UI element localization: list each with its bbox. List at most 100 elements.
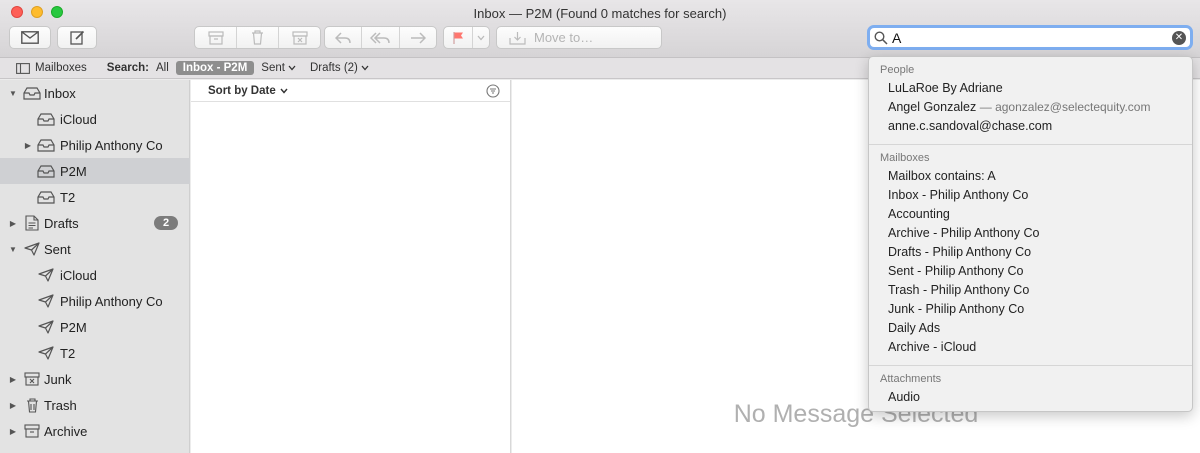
close-icon: ✕ xyxy=(1174,32,1184,43)
window-title: Inbox — P2M (Found 0 matches for search) xyxy=(473,6,727,21)
sidebar-item-label: Drafts xyxy=(44,215,79,231)
person-name: anne.c.sandoval@chase.com xyxy=(888,119,1053,133)
scope-all[interactable]: All xyxy=(156,62,169,74)
suggestion-mailbox[interactable]: Inbox - Philip Anthony Co xyxy=(888,188,1028,202)
sidebar-item-label: Philip Anthony Co xyxy=(60,293,163,309)
scope-inbox-p2m[interactable]: Inbox - P2M xyxy=(175,61,255,75)
chevron-down-icon xyxy=(361,65,369,71)
inbox-icon xyxy=(37,189,55,205)
trash-icon xyxy=(23,397,41,413)
sidebar-item-sent-t2[interactable]: T2 xyxy=(0,340,190,366)
chevron-down-icon xyxy=(280,88,288,94)
sidebar-item-inbox[interactable]: ▼ Inbox xyxy=(0,80,190,106)
mailboxes-section-header: Mailboxes xyxy=(880,152,930,164)
sidebar-item-label: Inbox xyxy=(44,85,76,101)
trash-button[interactable] xyxy=(237,27,279,48)
sidebar-item-label: Junk xyxy=(44,371,72,387)
sidebar-item-sent[interactable]: ▼ Sent xyxy=(0,236,190,262)
sidebar-item-sent-icloud[interactable]: iCloud xyxy=(0,262,190,288)
sidebar-item-sent-philip-anthony-co[interactable]: Philip Anthony Co xyxy=(0,288,190,314)
trash-icon xyxy=(252,30,263,45)
favorite-drafts[interactable]: Drafts (2) xyxy=(310,62,369,74)
sidebar-icon xyxy=(16,62,30,74)
suggestion-mailbox[interactable]: Daily Ads xyxy=(888,321,940,335)
sidebar-item-drafts[interactable]: ▶ Drafts 2 xyxy=(0,210,190,236)
archive-icon xyxy=(207,30,224,45)
archive-icon xyxy=(23,423,41,439)
sidebar-item-label: iCloud xyxy=(60,267,97,283)
tray-download-icon xyxy=(509,31,526,45)
person-name: Angel Gonzalez xyxy=(888,100,977,114)
disclosure-collapsed-icon[interactable]: ▶ xyxy=(8,375,18,384)
search-icon xyxy=(874,30,888,45)
filter-button[interactable] xyxy=(486,84,500,101)
paper-plane-icon xyxy=(37,345,55,361)
suggestion-person[interactable]: Angel Gonzalez — agonzalez@selectequity.… xyxy=(888,100,1150,114)
reply-toolbar-group xyxy=(324,26,437,49)
flag-toolbar-group xyxy=(443,26,490,49)
suggestion-person[interactable]: LuLaRoe By Adriane xyxy=(888,81,1003,95)
compose-icon xyxy=(69,30,84,45)
suggestion-mailbox[interactable]: Accounting xyxy=(888,207,950,221)
suggestion-person[interactable]: anne.c.sandoval@chase.com xyxy=(888,119,1052,133)
sidebar-item-archive[interactable]: ▶ Archive xyxy=(0,418,190,444)
message-list: Sort by Date xyxy=(191,80,511,453)
suggestion-mailbox[interactable]: Archive - Philip Anthony Co xyxy=(888,226,1039,240)
move-to-label: Move to… xyxy=(534,30,594,45)
suggestion-mailbox[interactable]: Mailbox contains: A xyxy=(888,169,996,183)
disclosure-collapsed-icon[interactable]: ▶ xyxy=(23,141,33,150)
reply-button[interactable] xyxy=(325,27,363,48)
sort-by-date-menu[interactable]: Sort by Date xyxy=(208,85,288,97)
sidebar-item-trash[interactable]: ▶ Trash xyxy=(0,392,190,418)
person-email: — agonzalez@selectequity.com xyxy=(979,100,1151,114)
delete-toolbar-group xyxy=(194,26,321,49)
paper-plane-icon xyxy=(37,319,55,335)
suggestion-mailbox[interactable]: Junk - Philip Anthony Co xyxy=(888,302,1024,316)
mailboxes-toggle[interactable]: Mailboxes xyxy=(16,62,87,74)
flag-button[interactable] xyxy=(444,27,473,48)
sidebar-item-inbox-t2[interactable]: T2 xyxy=(0,184,190,210)
disclosure-collapsed-icon[interactable]: ▶ xyxy=(8,427,18,436)
sidebar-item-sent-p2m[interactable]: P2M xyxy=(0,314,190,340)
chevron-down-icon xyxy=(477,35,485,40)
sort-bar: Sort by Date xyxy=(191,80,510,102)
suggestion-mailbox[interactable]: Sent - Philip Anthony Co xyxy=(888,264,1024,278)
paper-plane-icon xyxy=(37,293,55,309)
document-icon xyxy=(23,215,41,231)
person-name: LuLaRoe By Adriane xyxy=(888,81,1003,95)
suggestion-mailbox[interactable]: Trash - Philip Anthony Co xyxy=(888,283,1029,297)
disclosure-collapsed-icon[interactable]: ▶ xyxy=(8,219,18,228)
search-scope-label: Search: xyxy=(106,62,149,74)
reply-all-button[interactable] xyxy=(362,27,400,48)
sidebar-item-label: P2M xyxy=(60,163,87,179)
archive-button[interactable] xyxy=(195,27,237,48)
move-to-button[interactable]: Move to… xyxy=(496,26,662,49)
junk-icon xyxy=(291,30,308,45)
sidebar-item-label: iCloud xyxy=(60,111,97,127)
paper-plane-icon xyxy=(37,267,55,283)
favorite-sent[interactable]: Sent xyxy=(261,62,296,74)
suggestion-mailbox[interactable]: Drafts - Philip Anthony Co xyxy=(888,245,1031,259)
sidebar-item-junk[interactable]: ▶ Junk xyxy=(0,366,190,392)
sidebar-item-inbox-philip-anthony-co[interactable]: ▶ Philip Anthony Co xyxy=(0,132,190,158)
forward-icon xyxy=(410,31,426,44)
forward-button[interactable] xyxy=(400,27,436,48)
flag-menu-button[interactable] xyxy=(473,27,489,48)
junk-button[interactable] xyxy=(279,27,320,48)
sidebar-item-label: T2 xyxy=(60,345,76,361)
reply-all-icon xyxy=(370,31,391,44)
clear-search-button[interactable]: ✕ xyxy=(1172,31,1186,45)
sidebar-item-label: Trash xyxy=(44,397,77,413)
search-field[interactable]: ✕ xyxy=(867,25,1193,50)
get-mail-button[interactable] xyxy=(9,26,51,49)
sidebar-item-inbox-p2m[interactable]: P2M xyxy=(0,158,190,184)
inbox-icon xyxy=(37,163,55,179)
sidebar-item-inbox-icloud[interactable]: iCloud xyxy=(0,106,190,132)
suggestion-mailbox[interactable]: Archive - iCloud xyxy=(888,340,976,354)
search-input[interactable] xyxy=(892,29,1162,46)
suggestion-attachment[interactable]: Audio xyxy=(888,390,920,404)
disclosure-collapsed-icon[interactable]: ▶ xyxy=(8,401,18,410)
compose-button[interactable] xyxy=(57,26,97,49)
disclosure-expanded-icon[interactable]: ▼ xyxy=(8,89,18,98)
disclosure-expanded-icon[interactable]: ▼ xyxy=(8,245,18,254)
